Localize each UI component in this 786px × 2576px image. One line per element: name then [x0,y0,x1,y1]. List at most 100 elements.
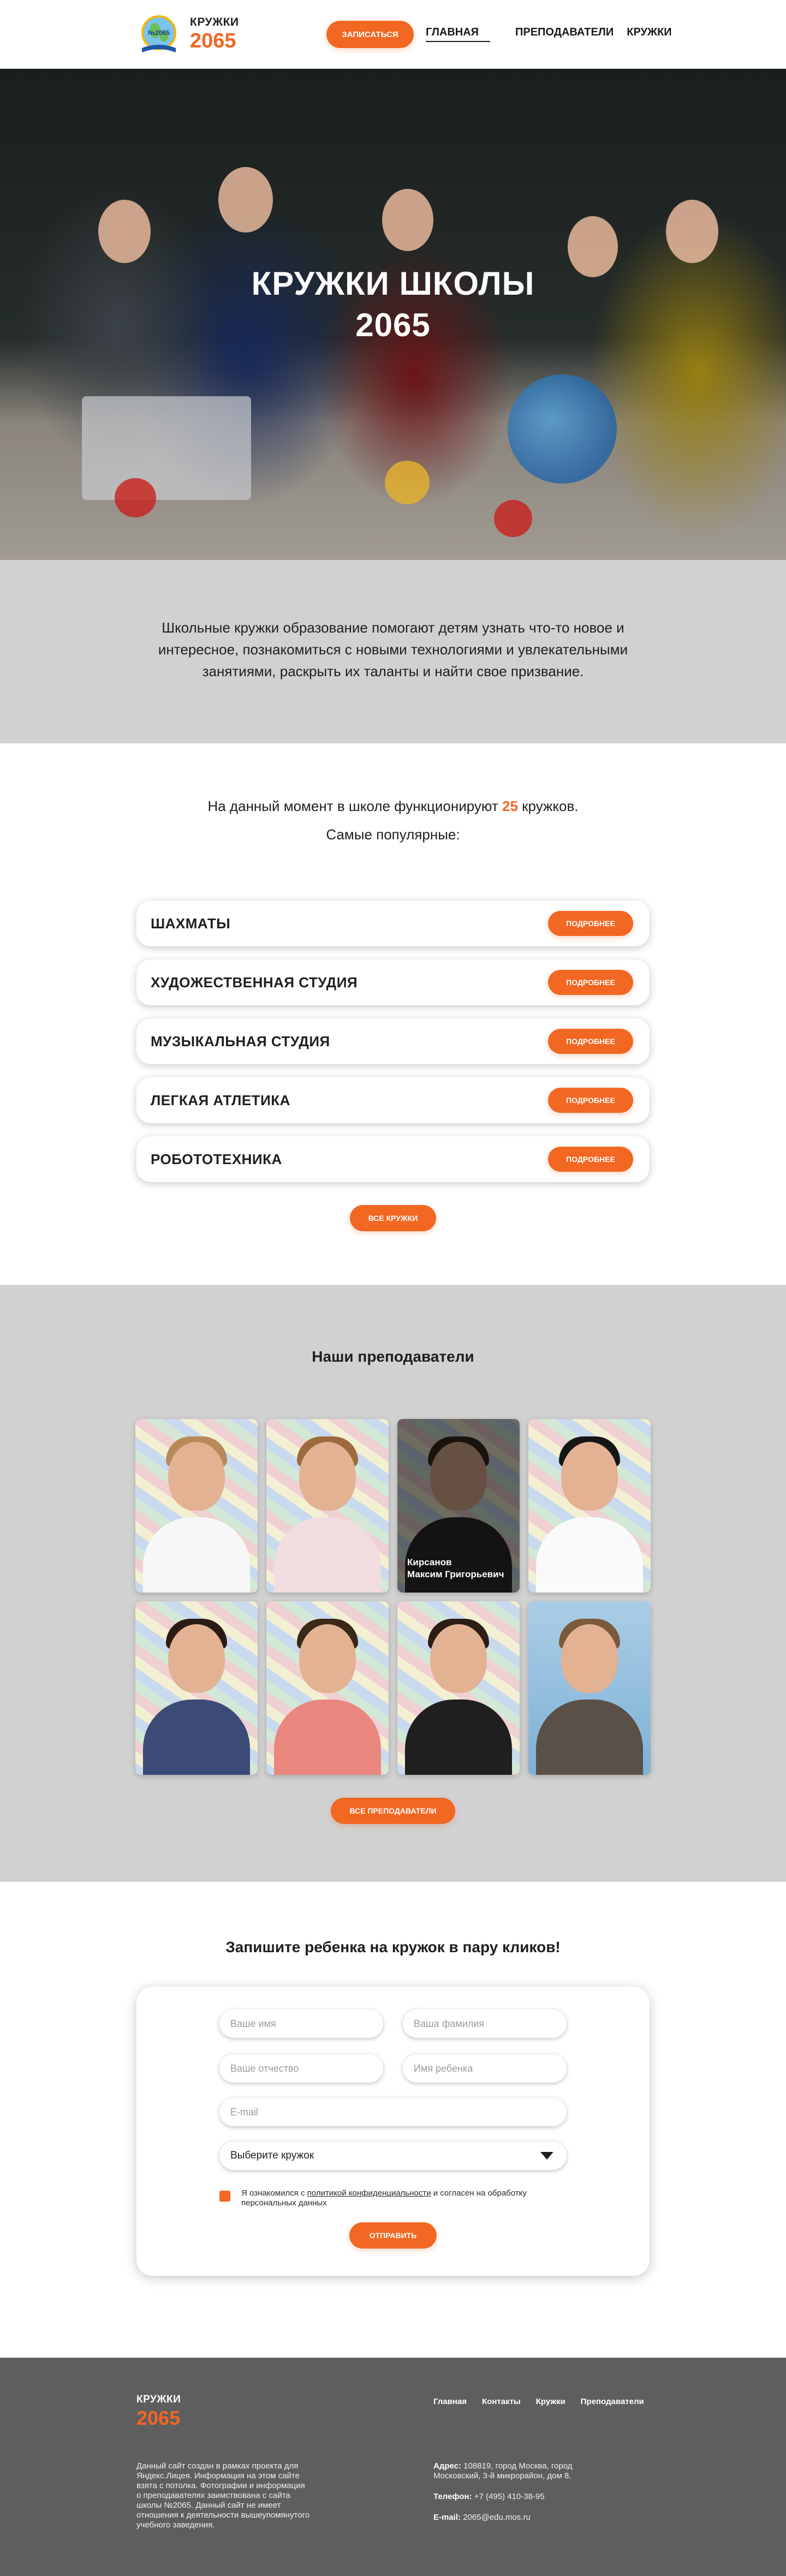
teacher-photo-face [168,1442,225,1511]
footer-phone: Телефон: +7 (495) 410-38-95 [433,2492,597,2502]
hero-apple-shape [385,461,430,504]
enroll-button[interactable]: ЗАПИСАТЬСЯ [326,21,414,48]
email-label: E-mail: [433,2513,461,2522]
teacher-card[interactable] [135,1419,258,1593]
phone-value[interactable]: +7 (495) 410-38-95 [474,2492,545,2501]
consent-checkbox[interactable] [219,2191,230,2202]
teacher-card[interactable] [266,1601,389,1775]
hero-title-line2: 2065 [355,307,431,343]
footer-logo-number[interactable]: 2065 [136,2407,180,2430]
clubs-count-suffix: кружков. [522,798,579,814]
chevron-down-icon [540,2152,553,2160]
club-card-athletics: ЛЕГКАЯ АТЛЕТИКА ПОДРОБНЕЕ [136,1077,650,1123]
hero-child-face [382,189,433,251]
teacher-photo-body [405,1700,512,1775]
clubs-count-prefix: На данный момент в школе функционируют [207,798,498,814]
teacher-photo-body [536,1700,643,1775]
email-value[interactable]: 2065@edu.mos.ru [463,2513,531,2522]
main-nav: ГЛАВНАЯ ПРЕПОДАВАТЕЛИ КРУЖКИ [426,26,672,42]
teacher-card[interactable] [135,1601,258,1775]
club-name: ХУДОЖЕСТВЕННАЯ СТУДИЯ [151,974,358,991]
club-name: ЛЕГКАЯ АТЛЕТИКА [151,1092,290,1108]
footer-logo-title[interactable]: КРУЖКИ [136,2394,181,2406]
teachers-section: Наши преподаватели Кирсанов Максим Григо… [0,1285,786,1882]
clubs-count: На данный момент в школе функционируют 2… [0,798,786,815]
logo[interactable]: №2065 КРУЖКИ 2065 [136,12,239,57]
teacher-given-name: Максим Григорьевич [407,1569,504,1579]
club-more-button[interactable]: ПОДРОБНЕЕ [548,1088,633,1113]
clubs-section: На данный момент в школе функционируют 2… [0,743,786,1285]
club-more-button[interactable]: ПОДРОБНЕЕ [548,1147,633,1172]
club-select[interactable]: Выберите кружок [219,2142,567,2170]
club-more-button[interactable]: ПОДРОБНЕЕ [548,911,633,936]
teacher-name: Кирсанов Максим Григорьевич [407,1557,504,1581]
teachers-grid: Кирсанов Максим Григорьевич [135,1419,651,1775]
teacher-photo-face [430,1624,487,1693]
hero-child-face [218,167,273,232]
teacher-card-hovered[interactable]: Кирсанов Максим Григорьевич [397,1419,520,1593]
enroll-form-section: Запишите ребенка на кружок в пару кликов… [0,1882,786,2358]
all-clubs-button[interactable]: ВСЕ КРУЖКИ [350,1205,436,1231]
club-more-button[interactable]: ПОДРОБНЕЕ [548,1029,633,1054]
club-card-robotics: РОБОТОТЕХНИКА ПОДРОБНЕЕ [136,1136,650,1182]
club-card-music: МУЗЫКАЛЬНАЯ СТУДИЯ ПОДРОБНЕЕ [136,1018,650,1064]
club-card-chess: ШАХМАТЫ ПОДРОБНЕЕ [136,901,650,946]
submit-button[interactable]: ОТПРАВИТЬ [349,2222,437,2249]
footer-nav-teachers[interactable]: Преподаватели [581,2397,644,2406]
nav-teachers[interactable]: ПРЕПОДАВАТЕЛИ [515,26,614,42]
teachers-title: Наши преподаватели [312,1348,474,1365]
club-name: МУЗЫКАЛЬНАЯ СТУДИЯ [151,1033,330,1050]
consent-text: Я ознакомился с политикой конфиденциальн… [241,2189,569,2208]
club-list: ШАХМАТЫ ПОДРОБНЕЕ ХУДОЖЕСТВЕННАЯ СТУДИЯ … [136,901,650,1195]
nav-clubs[interactable]: КРУЖКИ [627,26,671,42]
privacy-policy-link[interactable]: политикой конфиденциальности [307,2189,431,2198]
teacher-photo-face [299,1442,356,1511]
hero-apple-shape [494,500,532,537]
consent-prefix: Я ознакомился с [241,2189,305,2198]
teacher-photo-face [299,1624,356,1693]
nav-home[interactable]: ГЛАВНАЯ [426,26,490,42]
name-input[interactable] [219,2009,383,2038]
teacher-card[interactable] [266,1419,389,1593]
teacher-photo-face [561,1624,618,1693]
hero-title-line1: КРУЖКИ ШКОЛЫ [251,265,535,302]
clubs-count-number: 25 [502,798,518,814]
hero-title: КРУЖКИ ШКОЛЫ 2065 [0,263,786,346]
footer-contacts: Адрес: 108819, город Москва, город Моско… [433,2461,597,2533]
footer-nav-clubs[interactable]: Кружки [536,2397,565,2406]
footer-email: E-mail: 2065@edu.mos.ru [433,2513,597,2523]
club-more-button[interactable]: ПОДРОБНЕЕ [548,970,633,995]
hero-child-face [98,200,151,263]
hero-banner: КРУЖКИ ШКОЛЫ 2065 [0,69,786,560]
enroll-form: Выберите кружок Я ознакомился с политико… [136,1987,650,2276]
teacher-photo-body [536,1517,643,1593]
form-title: Запишите ребенка на кружок в пару кликов… [225,1939,561,1955]
intro-text: Школьные кружки образование помогают дет… [158,619,628,679]
teacher-card[interactable] [528,1419,651,1593]
teacher-photo-face [561,1442,618,1511]
hero-apple-shape [115,478,156,517]
patronymic-input[interactable] [219,2054,383,2083]
child-name-input[interactable] [403,2054,567,2083]
teacher-card[interactable] [528,1601,651,1775]
hero-laptop-shape [82,396,251,500]
logo-number: 2065 [190,29,236,52]
teacher-surname: Кирсанов [407,1557,452,1567]
logo-title: КРУЖКИ [190,16,239,28]
teacher-card[interactable] [397,1601,520,1775]
footer-nav-contacts[interactable]: Контакты [482,2397,521,2406]
svg-text:№2065: №2065 [148,29,170,37]
site-header: №2065 КРУЖКИ 2065 ЗАПИСАТЬСЯ ГЛАВНАЯ ПРЕ… [0,0,786,69]
teacher-photo-body [143,1517,250,1593]
footer-nav: Главная Контакты Кружки Преподаватели [433,2397,659,2406]
club-name: РОБОТОТЕХНИКА [151,1150,282,1167]
teacher-photo-body [274,1517,381,1593]
footer-nav-home[interactable]: Главная [433,2397,467,2406]
all-teachers-button[interactable]: ВСЕ ПРЕПОДАВАТЕЛИ [331,1798,455,1824]
surname-input[interactable] [403,2009,567,2038]
hero-globe-shape [508,374,617,484]
email-input[interactable] [219,2098,567,2126]
privacy-consent: Я ознакомился с политикой конфиденциальн… [219,2189,569,2208]
teacher-photo-body [143,1700,250,1775]
site-footer: КРУЖКИ 2065 Главная Контакты Кружки Преп… [0,2358,786,2576]
